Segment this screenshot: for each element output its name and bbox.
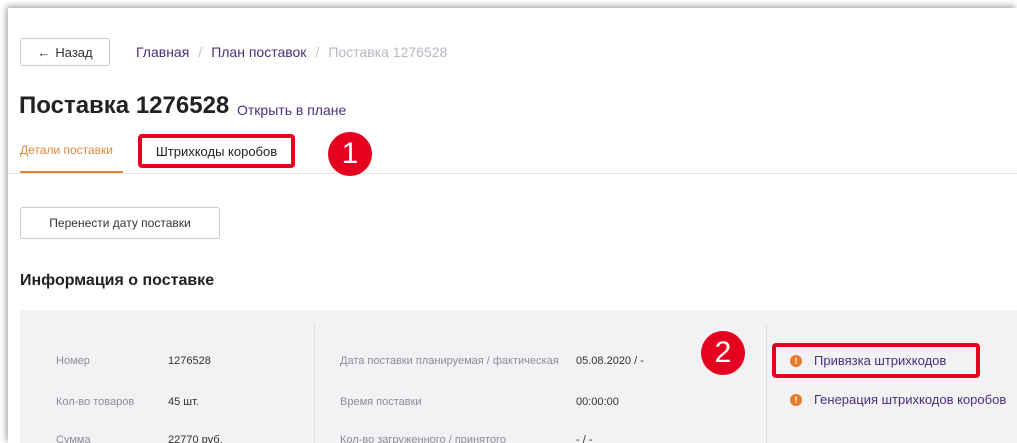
warning-icon: !: [790, 393, 802, 406]
info-value: 22770 руб.: [168, 434, 223, 443]
tabs-divider: [8, 173, 1017, 174]
info-value: 1276528: [168, 355, 211, 367]
breadcrumb-separator: /: [198, 44, 203, 60]
info-value: 00:00:00: [576, 396, 619, 408]
breadcrumb-current: Поставка 1276528: [328, 44, 448, 60]
info-label: Сумма: [56, 434, 91, 443]
info-label: Кол-во загруженного / принятого: [340, 434, 507, 443]
highlight-box-barcode-binding: [772, 343, 980, 378]
annotation-badge-1: 1: [328, 132, 372, 176]
breadcrumb: Главная / План поставок / Поставка 1276528: [136, 44, 447, 60]
breadcrumb-plan[interactable]: План поставок: [211, 44, 306, 60]
info-label: Время поставки: [340, 396, 422, 408]
back-label: Назад: [55, 44, 93, 60]
column-divider: [766, 324, 767, 443]
breadcrumb-separator: /: [315, 44, 320, 60]
info-value: - / -: [576, 434, 593, 443]
annotation-badge-2: 2: [701, 331, 745, 375]
app-frame: ← Назад Главная / План поставок / Поставка 1…: [8, 8, 1017, 443]
arrow-left-icon: ←: [37, 44, 51, 60]
breadcrumb-home[interactable]: Главная: [136, 44, 189, 60]
tab-details[interactable]: Детали поставки: [20, 143, 113, 157]
tab-box-barcodes[interactable]: Штрихкоды коробов: [138, 134, 295, 168]
reschedule-button[interactable]: Перенести дату поставки: [20, 207, 220, 239]
info-label: Кол-во товаров: [56, 396, 135, 408]
page-title: Поставка 1276528: [19, 92, 230, 119]
column-divider: [314, 324, 315, 443]
info-value: 05.08.2020 / -: [576, 355, 644, 367]
box-barcode-generation-link[interactable]: ! Генерация штрихкодов коробов: [790, 392, 1006, 407]
section-title: Информация о поставке: [20, 272, 215, 289]
tab-box-barcodes-label: Штрихкоды коробов: [155, 143, 278, 159]
info-label: Номер: [56, 355, 90, 367]
info-label: Дата поставки планируемая / фактическая: [340, 355, 559, 367]
back-button[interactable]: ← Назад: [20, 38, 110, 66]
box-barcode-generation-label: Генерация штрихкодов коробов: [814, 392, 1007, 407]
info-value: 45 шт.: [168, 396, 199, 408]
open-in-plan-link[interactable]: Открыть в плане: [237, 102, 346, 118]
